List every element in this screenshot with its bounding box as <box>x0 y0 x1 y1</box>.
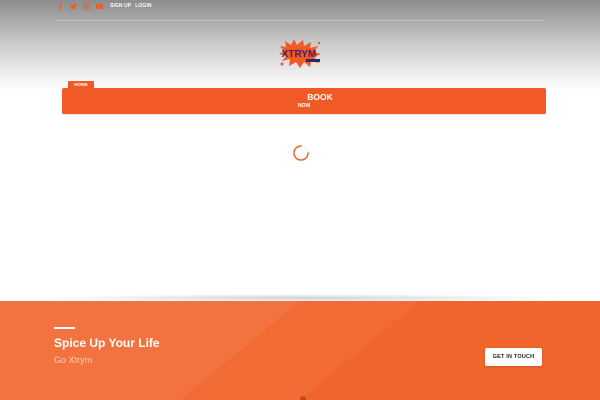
twitter-icon[interactable] <box>69 2 78 11</box>
top-bar-divider <box>56 20 544 21</box>
footer-title: Spice Up Your Life <box>54 336 160 350</box>
book-now-line1: BOOK <box>307 92 333 102</box>
book-now-button[interactable]: BOOK NOW <box>296 92 344 112</box>
footer-cta-section: Spice Up Your Life Go Xtrym GET IN TOUCH <box>0 301 600 400</box>
facebook-icon[interactable] <box>56 2 65 11</box>
top-bar: SIGN UP LOGIN <box>56 1 152 11</box>
youtube-icon[interactable] <box>95 2 104 11</box>
logo-wordmark: XTRYM <box>282 49 317 60</box>
get-in-touch-button[interactable]: GET IN TOUCH <box>485 348 542 366</box>
footer-accent-line <box>54 327 75 329</box>
book-now-line2: NOW <box>298 103 311 109</box>
login-link[interactable]: LOGIN <box>135 3 151 9</box>
xtrym-logo[interactable]: XTRYM <box>276 37 324 69</box>
scroll-indicator <box>300 396 306 400</box>
sign-up-link[interactable]: SIGN UP <box>110 3 131 9</box>
spinner-icon <box>292 144 310 162</box>
footer-subtitle: Go Xtrym <box>54 355 93 365</box>
instagram-icon[interactable] <box>82 2 91 11</box>
nav-item-home[interactable]: HOME <box>68 81 94 88</box>
